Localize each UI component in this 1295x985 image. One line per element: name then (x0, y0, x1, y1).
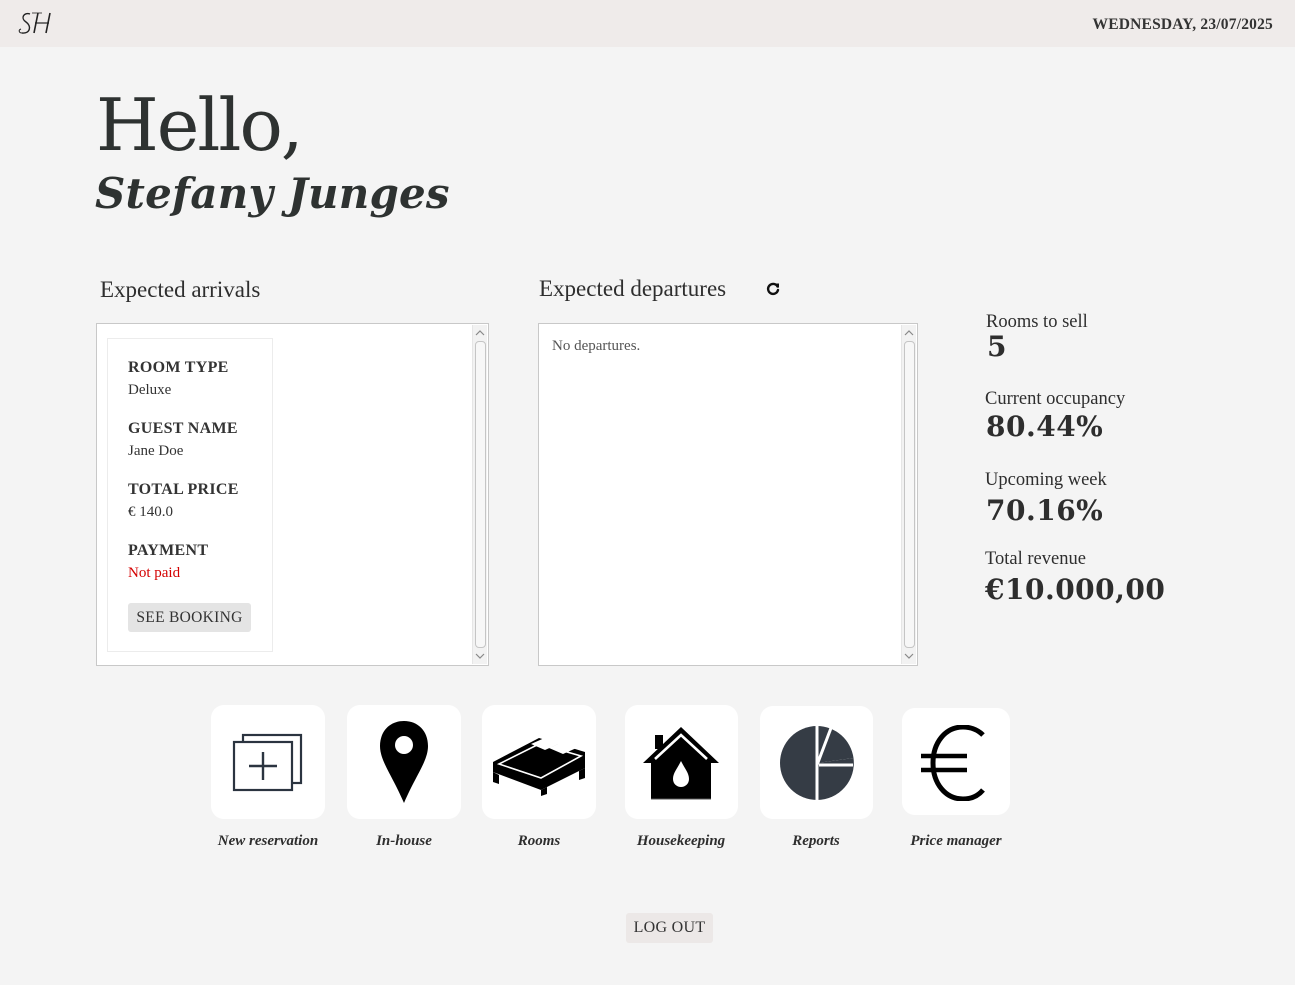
arrivals-panel[interactable]: ROOM TYPE Deluxe GUEST NAME Jane Doe TOT… (96, 323, 489, 666)
see-booking-button[interactable]: SEE BOOKING (128, 603, 251, 632)
reports-tile[interactable] (760, 706, 873, 819)
scroll-down-icon[interactable] (475, 651, 485, 661)
current-occupancy-value: 80.44% (986, 410, 1104, 443)
room-type-value: Deluxe (128, 382, 172, 398)
logo (16, 8, 62, 38)
greeting-hello: Hello, (96, 83, 304, 167)
departures-title: Expected departures (539, 276, 727, 301)
no-departures-text: No departures. (552, 338, 641, 354)
current-occupancy-label: Current occupancy (985, 389, 1126, 409)
arrivals-scroll-thumb[interactable] (475, 341, 486, 648)
house-drop-icon (643, 727, 719, 800)
arrivals-scrollbar[interactable] (472, 325, 487, 664)
user-name: Stefany Junges (95, 169, 450, 218)
total-revenue-value: €10.000,00 (985, 573, 1166, 606)
upcoming-week-label: Upcoming week (985, 470, 1107, 490)
price-manager-label[interactable]: Price manager (886, 833, 1026, 850)
scroll-up-icon[interactable] (475, 328, 485, 338)
rooms-label[interactable]: Rooms (469, 833, 609, 850)
new-reservation-tile[interactable] (211, 705, 325, 819)
total-price-value: € 140.0 (128, 504, 173, 520)
upcoming-week-value: 70.16% (986, 494, 1104, 527)
rooms-tile[interactable] (482, 705, 596, 819)
total-revenue-label: Total revenue (985, 549, 1086, 569)
top-bar: WEDNESDAY, 23/07/2025 (0, 0, 1295, 47)
guest-name-label: GUEST NAME (128, 420, 238, 437)
departures-scrollbar[interactable] (901, 325, 916, 664)
price-manager-tile[interactable] (902, 708, 1010, 815)
in-house-label[interactable]: In-house (334, 833, 474, 850)
scroll-down-icon[interactable] (904, 651, 914, 661)
euro-icon (921, 725, 985, 801)
total-price-label: TOTAL PRICE (128, 481, 239, 498)
arrivals-title: Expected arrivals (100, 277, 261, 302)
logo-monogram-icon (18, 12, 51, 34)
new-reservation-label[interactable]: New reservation (198, 833, 338, 850)
scroll-up-icon[interactable] (904, 328, 914, 338)
payment-status: Not paid (128, 565, 181, 581)
map-pin-icon (380, 721, 428, 803)
payment-label: PAYMENT (128, 542, 209, 559)
refresh-icon[interactable] (765, 281, 781, 297)
departures-scroll-thumb[interactable] (904, 341, 915, 648)
departures-panel[interactable]: No departures. (538, 323, 918, 666)
logout-button[interactable]: LOG OUT (626, 913, 713, 943)
new-reservation-icon (232, 733, 303, 792)
housekeeping-tile[interactable] (625, 705, 738, 819)
current-date: WEDNESDAY, 23/07/2025 (1092, 16, 1273, 33)
bed-icon (493, 736, 585, 796)
housekeeping-label[interactable]: Housekeeping (611, 833, 751, 850)
pie-chart-icon (780, 726, 854, 800)
guest-name-value: Jane Doe (128, 443, 184, 459)
reports-label[interactable]: Reports (746, 833, 886, 850)
rooms-to-sell-value: 5 (987, 330, 1007, 363)
booking-card: ROOM TYPE Deluxe GUEST NAME Jane Doe TOT… (107, 338, 273, 652)
room-type-label: ROOM TYPE (128, 359, 229, 376)
in-house-tile[interactable] (347, 705, 461, 819)
